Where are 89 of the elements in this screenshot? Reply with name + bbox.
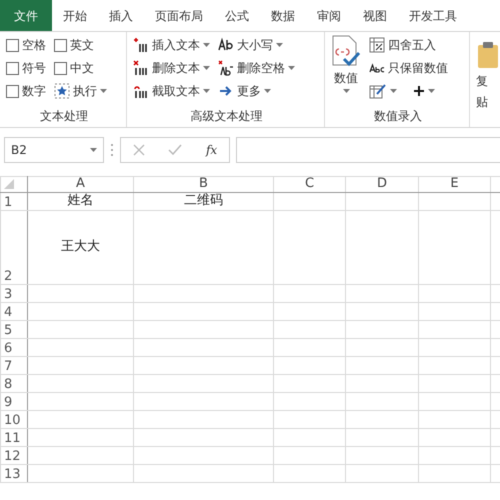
ribbon-button[interactable]: 删除空格 bbox=[218, 58, 295, 78]
checkbox-label[interactable]: 符号 bbox=[6, 58, 46, 78]
case-icon bbox=[218, 37, 234, 53]
checkbox-text: 英文 bbox=[70, 37, 94, 54]
row-header[interactable]: 8 bbox=[0, 374, 28, 392]
checkbox-label[interactable]: 英文 bbox=[54, 35, 107, 55]
ribbon-tab[interactable]: 文件 bbox=[0, 0, 52, 31]
close-icon bbox=[132, 144, 145, 156]
column-header[interactable]: A bbox=[28, 176, 134, 192]
row-header[interactable]: 1 bbox=[0, 192, 28, 210]
run-button[interactable]: 执行 bbox=[54, 81, 107, 101]
checkbox-text: 中文 bbox=[70, 60, 94, 77]
select-all-icon bbox=[4, 178, 14, 189]
formula-input[interactable] bbox=[236, 137, 500, 163]
row-header[interactable]: 10 bbox=[0, 410, 28, 428]
caret-icon bbox=[264, 89, 271, 93]
checkbox-text: 空格 bbox=[22, 37, 46, 54]
table-percent-icon bbox=[369, 37, 385, 53]
checkbox[interactable] bbox=[54, 38, 67, 52]
copy-paste-button[interactable]: 复 贴 bbox=[476, 35, 500, 111]
ribbon-button[interactable]: 只保留数值 bbox=[369, 58, 448, 78]
row-header[interactable]: 6 bbox=[0, 338, 28, 356]
ribbon-tab[interactable]: 开始 bbox=[52, 0, 98, 31]
ribbon-tab[interactable]: 公式 bbox=[214, 0, 260, 31]
caret-icon bbox=[203, 89, 210, 93]
ribbon-button[interactable]: 四舍五入 bbox=[369, 35, 448, 55]
ribbon-button[interactable]: 截取文本 bbox=[133, 81, 210, 101]
copy-label-text: 复 bbox=[476, 73, 488, 90]
ribbon-tab[interactable]: 插入 bbox=[98, 0, 144, 31]
caret-icon bbox=[428, 89, 435, 93]
caret-icon bbox=[203, 43, 210, 47]
group-title: 文本处理 bbox=[39, 108, 89, 125]
cell-text: 王大大 bbox=[28, 210, 134, 284]
caret-icon bbox=[288, 66, 295, 70]
trim-icon bbox=[218, 60, 234, 76]
row-header[interactable]: 5 bbox=[0, 320, 28, 338]
row-header[interactable]: 13 bbox=[0, 464, 28, 482]
group-title: 高级文本处理 bbox=[190, 108, 264, 125]
insert-function-button[interactable]: fx bbox=[206, 140, 218, 160]
row-header[interactable]: 3 bbox=[0, 284, 28, 302]
ribbon-button[interactable]: 删除文本 bbox=[133, 58, 210, 78]
cell-text: 姓名 bbox=[28, 192, 134, 210]
column-header[interactable]: D bbox=[346, 176, 418, 192]
ribbon-tab[interactable]: 审阅 bbox=[306, 0, 352, 31]
table-pencil-icon bbox=[369, 83, 387, 99]
caret-icon bbox=[276, 43, 283, 47]
checkbox-text: 数字 bbox=[22, 83, 46, 100]
document-check-icon bbox=[331, 35, 361, 67]
checkbox-label[interactable]: 数字 bbox=[6, 81, 46, 101]
checkbox-label[interactable]: 中文 bbox=[54, 58, 107, 78]
checkbox[interactable] bbox=[6, 62, 19, 74]
ribbon-tab[interactable]: 页面布局 bbox=[144, 0, 214, 31]
row-header[interactable]: 7 bbox=[0, 356, 28, 374]
ribbon-tab[interactable]: 视图 bbox=[352, 0, 398, 31]
ribbon-button[interactable]: 大小写 bbox=[218, 35, 295, 55]
insert-text-icon bbox=[133, 37, 149, 53]
ribbon-tab[interactable]: 开发工具 bbox=[398, 0, 468, 31]
row-header[interactable]: 12 bbox=[0, 446, 28, 464]
checkbox[interactable] bbox=[6, 38, 19, 52]
plus-icon bbox=[413, 85, 425, 97]
column-header[interactable]: E bbox=[418, 176, 490, 192]
column-header[interactable]: C bbox=[274, 176, 346, 192]
ribbon-button[interactable]: 更多 bbox=[218, 81, 295, 101]
checkbox[interactable] bbox=[54, 62, 67, 74]
more-dots-icon bbox=[110, 143, 114, 157]
paste-label-text: 贴 bbox=[476, 94, 488, 111]
ribbon-tab[interactable]: 数据 bbox=[260, 0, 306, 31]
caret-icon bbox=[90, 148, 97, 152]
name-box-value: B2 bbox=[11, 142, 27, 159]
column-header[interactable]: B bbox=[134, 176, 274, 192]
number-button[interactable]: 数值 bbox=[331, 35, 361, 107]
caret-icon bbox=[342, 89, 350, 93]
row-header[interactable]: 11 bbox=[0, 428, 28, 446]
row-header[interactable]: 9 bbox=[0, 392, 28, 410]
row-header[interactable]: 2 bbox=[0, 210, 28, 284]
delete-text-icon bbox=[133, 60, 149, 76]
checkbox-text: 符号 bbox=[22, 60, 46, 77]
caret-icon bbox=[390, 89, 397, 93]
clipboard-icon bbox=[476, 41, 500, 69]
ribbon-button[interactable]: 插入文本 bbox=[133, 35, 210, 55]
name-box[interactable]: B2 bbox=[4, 137, 104, 163]
caret-icon bbox=[203, 66, 210, 70]
checkbox-label[interactable]: 空格 bbox=[6, 35, 46, 55]
checkbox[interactable] bbox=[6, 84, 19, 98]
row-header[interactable]: 4 bbox=[0, 302, 28, 320]
check-icon bbox=[168, 144, 182, 156]
caret-icon bbox=[100, 89, 107, 93]
group-title: 数值录入 bbox=[373, 108, 423, 125]
cell-text: 二维码 bbox=[134, 192, 274, 210]
